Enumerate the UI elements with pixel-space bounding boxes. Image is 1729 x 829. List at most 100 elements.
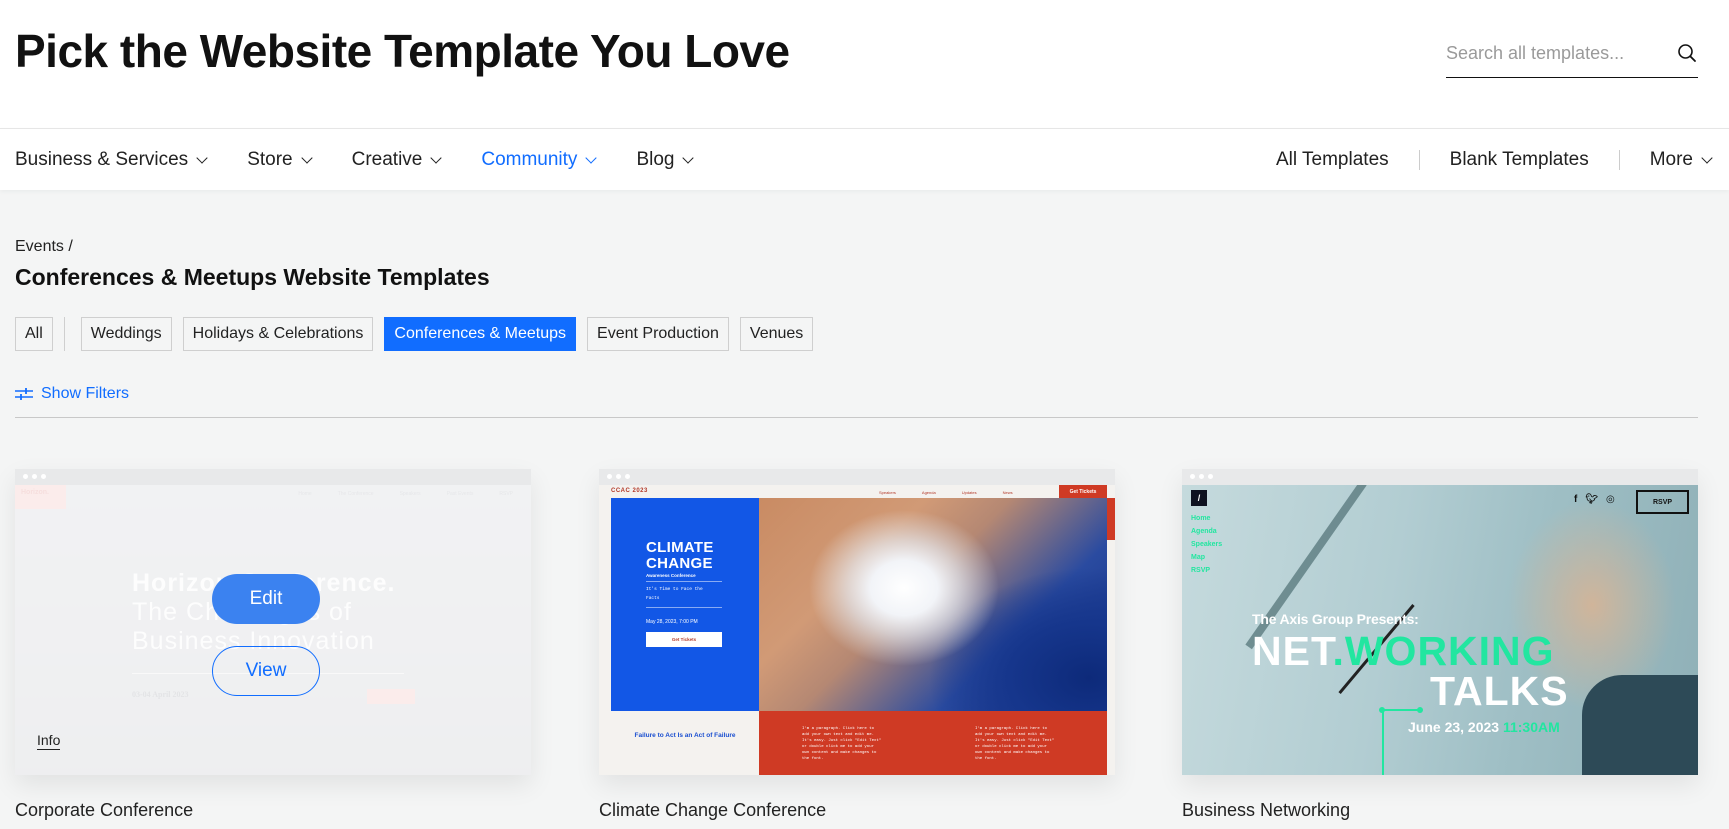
search-input[interactable]: [1446, 38, 1666, 68]
page-title: Pick the Website Template You Love: [15, 25, 790, 77]
preview-site: CCAC 2023 Speakers Agenda Updates News G…: [599, 485, 1115, 775]
preview-tickets-button: Get Tickets: [1059, 485, 1107, 498]
template-name[interactable]: Corporate Conference: [15, 800, 193, 821]
preview-social-icons: f 🐦︎ ◎: [1574, 494, 1615, 505]
facebook-icon: f: [1574, 494, 1578, 505]
preview-paragraph: I'm a paragraph. Click here to add your …: [975, 727, 1055, 761]
template-name[interactable]: Climate Change Conference: [599, 800, 826, 821]
view-button[interactable]: View: [212, 646, 320, 696]
divider: [15, 417, 1698, 418]
preview-title-line2: TALKS: [1430, 668, 1569, 714]
preview-title-line: CLIMATE: [646, 539, 714, 556]
template-card-business-networking[interactable]: / Home Agenda Speakers Map RSVP f 🐦︎ ◎ R…: [1182, 469, 1698, 820]
chevron-down-icon: [430, 151, 443, 164]
preview-menu-item: Past Events: [446, 491, 474, 497]
preview-menu: Home Agenda Speakers Map RSVP: [1191, 512, 1222, 577]
nav-label: Creative: [351, 149, 423, 170]
chip-event-production[interactable]: Event Production: [587, 317, 729, 351]
preview-hero-panel: CLIMATE CHANGE Awareness Conference It's …: [611, 498, 759, 711]
preview-subtitle: Awareness Conference: [646, 573, 696, 578]
preview-date: June 23, 2023 11:30AM: [1408, 719, 1560, 735]
preview-decor-line: [1382, 709, 1420, 711]
chip-conferences-meetups[interactable]: Conferences & Meetups: [384, 317, 577, 351]
subcategory-chips: All Weddings Holidays & Celebrations Con…: [15, 317, 824, 351]
chip-weddings[interactable]: Weddings: [80, 317, 172, 351]
search-bar: [1446, 32, 1698, 78]
preview-menu-item: Map: [1191, 554, 1205, 561]
window-dot-icon: [616, 474, 621, 479]
category-nav: Business & Services Store Creative Commu…: [0, 128, 1729, 190]
preview-logo: /: [1191, 490, 1207, 506]
preview-slogan-panel: Failure to Act Is an Act of Failure: [611, 711, 759, 775]
preview-site: / Home Agenda Speakers Map RSVP f 🐦︎ ◎ R…: [1182, 485, 1698, 775]
preview-title: NET.WORKING: [1252, 630, 1555, 672]
preview-menu-item: Speakers: [399, 491, 421, 497]
nav-business-services[interactable]: Business & Services: [15, 149, 208, 171]
preview-paragraph: I'm a paragraph. Click here to add your …: [802, 727, 882, 761]
browser-bar: [599, 469, 1115, 485]
nav-store[interactable]: Store: [247, 149, 313, 171]
chip-venues[interactable]: Venues: [739, 317, 814, 351]
template-thumbnail[interactable]: / Home Agenda Speakers Map RSVP f 🐦︎ ◎ R…: [1182, 469, 1698, 775]
chip-divider: [63, 317, 65, 351]
nav-community[interactable]: Community: [481, 149, 598, 171]
edit-button[interactable]: Edit: [212, 574, 320, 624]
chevron-down-icon: [300, 151, 313, 164]
chip-all[interactable]: All: [15, 317, 53, 351]
template-name[interactable]: Business Networking: [1182, 800, 1350, 821]
preview-hurricane-image: [759, 498, 1107, 711]
nav-creative[interactable]: Creative: [351, 149, 443, 171]
browser-bar: [1182, 469, 1698, 485]
preview-title: CLIMATE CHANGE: [646, 540, 714, 572]
window-dot-icon: [41, 474, 46, 479]
preview-slogan: Failure to Act Is an Act of Failure: [634, 732, 736, 739]
preview-rule: [646, 581, 722, 582]
show-filters-label: Show Filters: [41, 385, 130, 402]
nav-blog[interactable]: Blog: [636, 149, 695, 171]
preview-menu-item: Home: [298, 491, 312, 497]
all-templates-link[interactable]: All Templates: [1276, 149, 1389, 171]
chevron-down-icon: [682, 151, 695, 164]
breadcrumb[interactable]: Events /: [15, 238, 73, 256]
template-card-climate-change-conference[interactable]: CCAC 2023 Speakers Agenda Updates News G…: [599, 469, 1115, 820]
top-header: Pick the Website Template You Love: [0, 0, 1729, 128]
preview-rsvp: [367, 689, 415, 704]
chevron-down-icon: [1701, 151, 1713, 164]
info-link[interactable]: Info: [37, 732, 61, 750]
nav-label: Blog: [636, 149, 675, 170]
window-dot-icon: [23, 474, 28, 479]
nav-label: Community: [481, 149, 578, 170]
preview-date-text: June 23, 2023: [1408, 719, 1500, 735]
preview-social-bar: [1107, 498, 1115, 540]
section-title: Conferences & Meetups Website Templates: [15, 264, 490, 290]
preview-red-panel: I'm a paragraph. Click here to add your …: [759, 711, 1107, 775]
preview-rsvp-button: RSVP: [1636, 490, 1689, 514]
preview-tagline: It's Time to Face the Facts: [646, 587, 703, 601]
preview-time-text: 11:30AM: [1502, 719, 1560, 735]
show-filters-button[interactable]: Show Filters: [15, 385, 129, 403]
preview-speaker-figure: [1582, 675, 1698, 775]
window-dot-icon: [625, 474, 630, 479]
preview-rule: [646, 607, 722, 608]
window-dot-icon: [1208, 474, 1213, 479]
window-dot-icon: [1190, 474, 1195, 479]
chip-holidays-celebrations[interactable]: Holidays & Celebrations: [182, 317, 374, 351]
preview-menu-item: RSVP: [1191, 567, 1211, 574]
preview-menu-item: Agenda: [1191, 528, 1217, 535]
preview-date: 03-04 April 2023: [132, 690, 189, 699]
more-menu[interactable]: More: [1650, 149, 1713, 171]
preview-logo: CCAC 2023: [611, 488, 648, 494]
preview-title-white: NET: [1252, 628, 1333, 674]
preview-menu-item: RSVP: [499, 491, 513, 497]
nav-divider: [1618, 150, 1620, 170]
preview-get-tickets: Get Tickets: [646, 632, 722, 647]
blank-templates-link[interactable]: Blank Templates: [1450, 149, 1589, 171]
search-icon[interactable]: [1676, 42, 1698, 64]
preview-title-line: CHANGE: [646, 555, 713, 572]
preview-decor-dot: [1379, 707, 1385, 713]
preview-decor-dot: [1417, 707, 1423, 713]
template-thumbnail[interactable]: CCAC 2023 Speakers Agenda Updates News G…: [599, 469, 1115, 775]
nav-label: Store: [247, 149, 293, 170]
preview-menu-item: Updates: [961, 490, 977, 495]
window-dot-icon: [32, 474, 37, 479]
